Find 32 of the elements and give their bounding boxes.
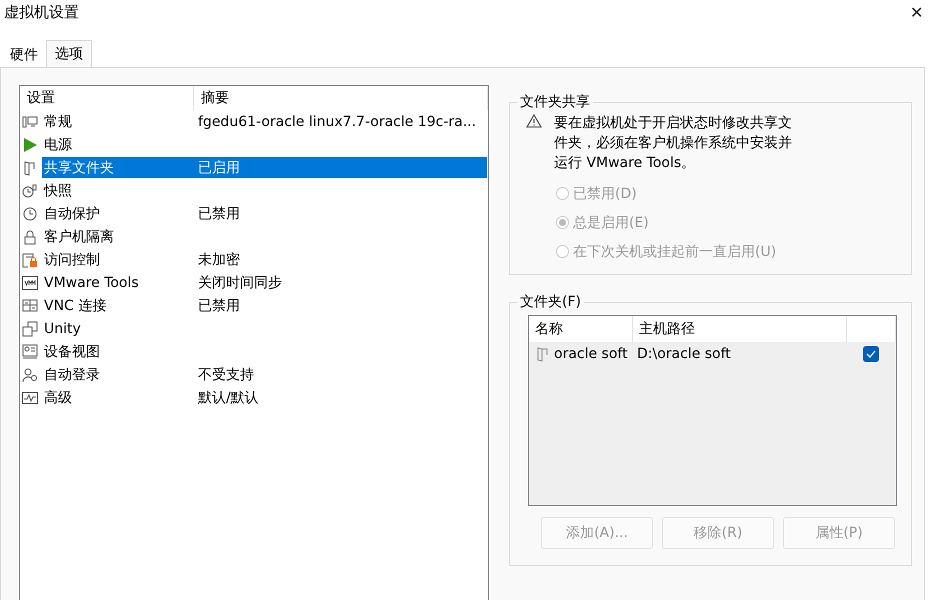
setting-name[interactable]: VNC 连接 (42, 295, 196, 316)
setting-name[interactable]: 设备视图 (42, 341, 196, 362)
setting-name[interactable]: 自动保护 (42, 203, 196, 224)
setting-summary: 关闭时间同步 (197, 274, 283, 292)
close-button[interactable]: ✕ (906, 2, 927, 22)
setting-name[interactable]: 访问控制 (42, 249, 196, 270)
tab[interactable]: 选项 (46, 40, 92, 67)
setting-name[interactable]: 高级 (42, 387, 196, 408)
group-title: 文件夹(F) (519, 293, 582, 311)
column-header[interactable]: 设置 (20, 86, 194, 110)
column-header[interactable]: 摘要 (194, 86, 488, 110)
setting-summary: 不受支持 (197, 366, 255, 384)
setting-name[interactable]: 电源 (42, 134, 196, 155)
setting-summary: 默认/默认 (197, 388, 260, 408)
column-header[interactable]: 主机路径 (633, 316, 847, 342)
setting-summary: 已禁用 (197, 296, 241, 316)
setting-name[interactable]: Unity (42, 318, 196, 339)
setting-name[interactable]: VMware Tools (42, 272, 196, 293)
setting-name[interactable]: 自动登录 (42, 364, 196, 385)
setting-name[interactable]: 常规 (42, 111, 196, 132)
folder-path: D:\oracle soft (636, 346, 732, 362)
column-header[interactable]: 名称 (529, 316, 633, 342)
group-title: 文件夹共享 (519, 93, 591, 111)
warning-text: 要在虚拟机处于开启状态时修改共享文件夹，必须在客户机操作系统中安装并运行 VMware Tools。 (554, 114, 793, 173)
tab[interactable]: 硬件 (2, 43, 46, 67)
setting-summary: 未加密 (197, 250, 241, 270)
setting-summary: fgedu61-oracle linux7.7-oracle 19c-ra... (197, 112, 478, 132)
setting-name[interactable]: 客户机隔离 (42, 226, 196, 247)
setting-name[interactable]: 快照 (42, 180, 196, 201)
window-title: 虚拟机设置 (4, 3, 79, 22)
folder-name: oracle soft (554, 346, 628, 362)
setting-summary: 已禁用 (197, 204, 241, 224)
